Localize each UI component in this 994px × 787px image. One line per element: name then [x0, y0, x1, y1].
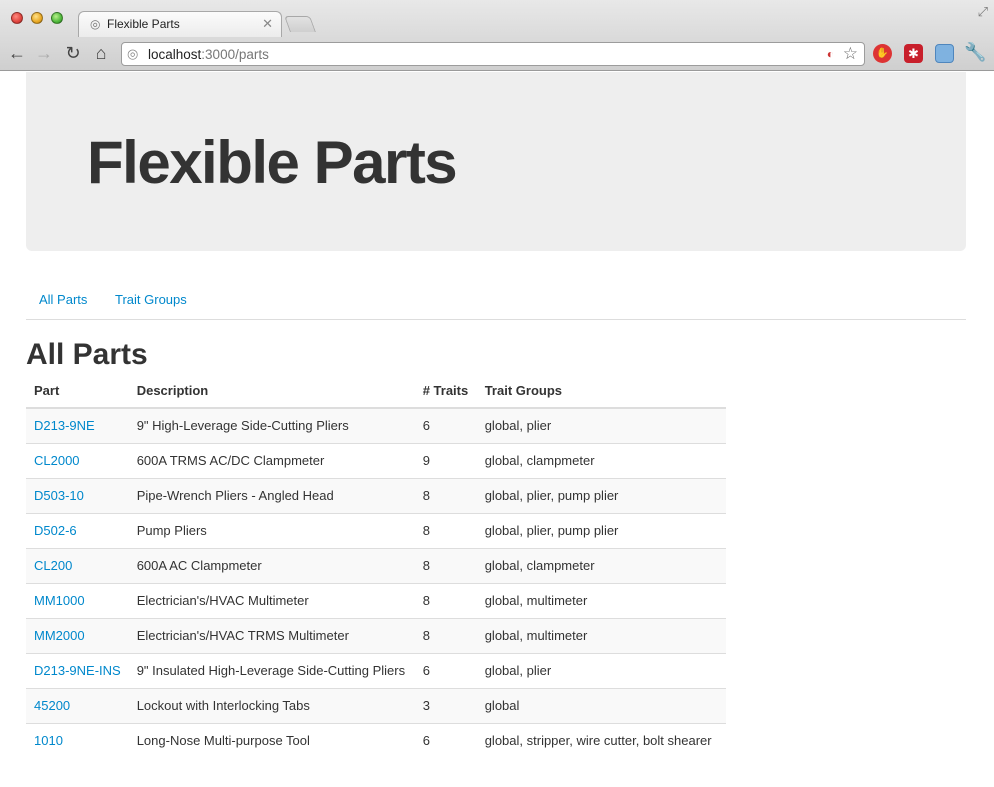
trait-groups-cell: global, multimeter [476, 582, 726, 618]
trait-groups-cell: global, stripper, wire cutter, bolt shea… [476, 722, 726, 758]
table-row: 1010 Long-Nose Multi-purpose Tool 6 global,… [26, 722, 726, 758]
part-cell: 1010 [26, 722, 129, 758]
description-cell: Electrician's/HVAC Multimeter [128, 582, 415, 618]
lastpass-icon[interactable]: ✱ [904, 44, 923, 63]
page-title: All Parts [26, 338, 148, 371]
column-header-part: Part [26, 374, 129, 409]
tab-all-parts[interactable]: All Parts [39, 292, 87, 307]
part-number-link[interactable]: D213-9NE-INS [34, 663, 121, 678]
parts-table: Part Description # Traits Trait Groups D… [26, 374, 726, 758]
trait-count-cell: 9 [414, 442, 477, 478]
zoom-window-button[interactable] [51, 12, 63, 24]
expand-icon[interactable]: ⤢ [978, 4, 988, 20]
folder-icon[interactable] [935, 44, 954, 63]
description-cell: 600A TRMS AC/DC Clampmeter [128, 442, 415, 478]
column-header-description: Description [128, 374, 415, 409]
trait-count-cell: 8 [414, 582, 477, 618]
part-number-link[interactable]: D502-6 [34, 523, 77, 538]
trait-groups-cell: global, plier [476, 407, 726, 443]
table-row: D213-9NE 9" High-Leverage Side-Cutting Pl… [26, 407, 726, 443]
home-icon[interactable]: ⌂ [90, 42, 112, 64]
description-cell: Lockout with Interlocking Tabs [128, 687, 415, 723]
description-cell: 9" Insulated High-Leverage Side-Cutting … [128, 652, 415, 688]
part-number-link[interactable]: D213-9NE [34, 418, 95, 433]
hero-title: Flexible Parts [87, 129, 458, 196]
table-row: CL200 600A AC Clampmeter 8 global, clampmet… [26, 547, 726, 583]
description-cell: 9" High-Leverage Side-Cutting Pliers [128, 407, 415, 443]
trait-groups-cell: global, plier [476, 652, 726, 688]
part-number-link[interactable]: CL2000 [34, 453, 80, 468]
trait-groups-cell: global, multimeter [476, 617, 726, 653]
column-header-trait-groups: Trait Groups [476, 374, 726, 409]
description-cell: Pipe-Wrench Pliers - Angled Head [128, 477, 415, 513]
forward-arrow-icon[interactable]: → [33, 42, 55, 64]
description-cell: 600A AC Clampmeter [128, 547, 415, 583]
part-cell: CL2000 [26, 442, 129, 478]
part-number-link[interactable]: MM1000 [34, 593, 85, 608]
part-cell: 45200 [26, 687, 129, 723]
trait-count-cell: 8 [414, 512, 477, 548]
trait-count-cell: 6 [414, 722, 477, 758]
star-icon[interactable]: ☆ [843, 44, 858, 64]
trait-count-cell: 6 [414, 652, 477, 688]
reload-icon[interactable]: ↻ [62, 42, 84, 64]
column-header-traits: # Traits [414, 374, 477, 409]
part-number-link[interactable]: MM2000 [34, 628, 85, 643]
stop-extension-icon[interactable]: ✋ [873, 44, 892, 63]
trait-groups-cell: global, plier, pump plier [476, 512, 726, 548]
table-row: D503-10 Pipe-Wrench Pliers - Angled Head 8… [26, 477, 726, 513]
trait-count-cell: 8 [414, 617, 477, 653]
description-cell: Electrician's/HVAC TRMS Multimeter [128, 617, 415, 653]
table-row: CL2000 600A TRMS AC/DC Clampmeter 9 global,… [26, 442, 726, 478]
browser-tab[interactable]: ◎ Flexible Parts ✕ [78, 11, 282, 37]
table-body: D213-9NE 9" High-Leverage Side-Cutting Pl… [26, 407, 726, 758]
trait-count-cell: 8 [414, 477, 477, 513]
wrench-icon[interactable]: 🔧 [964, 42, 986, 63]
table-header-row: Part Description # Traits Trait Groups [26, 374, 726, 409]
trait-groups-cell: global, plier, pump plier [476, 477, 726, 513]
description-cell: Pump Pliers [128, 512, 415, 548]
trait-groups-cell: global [476, 687, 726, 723]
url-path: :3000/parts [201, 47, 269, 62]
trait-count-cell: 3 [414, 687, 477, 723]
part-number-link[interactable]: D503-10 [34, 488, 84, 503]
part-number-link[interactable]: 45200 [34, 698, 70, 713]
url-host: localhost [148, 47, 202, 62]
address-bar[interactable]: ◎ localhost:3000/parts ◐ ☆ [121, 42, 865, 66]
part-cell: D213-9NE [26, 407, 129, 443]
part-cell: D213-9NE-INS [26, 652, 129, 688]
trait-count-cell: 8 [414, 547, 477, 583]
part-number-link[interactable]: 1010 [34, 733, 63, 748]
part-cell: D502-6 [26, 512, 129, 548]
part-number-link[interactable]: CL200 [34, 558, 72, 573]
table-row: MM1000 Electrician's/HVAC Multimeter 8 glob… [26, 582, 726, 618]
table-row: 45200 Lockout with Interlocking Tabs 3 glob… [26, 687, 726, 723]
url-text[interactable]: localhost:3000/parts [148, 47, 269, 62]
part-cell: MM1000 [26, 582, 129, 618]
minimize-window-button[interactable] [31, 12, 43, 24]
globe-icon: ◎ [127, 46, 139, 61]
hero-unit: Flexible Parts [26, 72, 966, 251]
browser-chrome: ◎ Flexible Parts ✕ ⤢ ← → ↻ ⌂ ◎ localhost… [0, 0, 994, 71]
close-window-button[interactable] [11, 12, 23, 24]
trait-groups-cell: global, clampmeter [476, 547, 726, 583]
trait-count-cell: 6 [414, 407, 477, 443]
part-cell: MM2000 [26, 617, 129, 653]
part-cell: D503-10 [26, 477, 129, 513]
table-row: D213-9NE-INS 9" Insulated High-Leverage S… [26, 652, 726, 688]
part-cell: CL200 [26, 547, 129, 583]
description-cell: Long-Nose Multi-purpose Tool [128, 722, 415, 758]
back-arrow-icon[interactable]: ← [6, 42, 28, 64]
trait-groups-cell: global, clampmeter [476, 442, 726, 478]
new-tab-button[interactable] [284, 16, 316, 32]
page-viewport: Flexible Parts All Parts Trait Groups Al… [0, 72, 994, 787]
page-action-icon[interactable]: ◐ [827, 47, 834, 61]
tab-title: Flexible Parts [107, 17, 180, 31]
close-icon[interactable]: ✕ [262, 16, 273, 32]
table-row: MM2000 Electrician's/HVAC TRMS Multimeter… [26, 617, 726, 653]
globe-icon: ◎ [90, 17, 101, 31]
table-row: D502-6 Pump Pliers 8 global, plier, pump pl… [26, 512, 726, 548]
tab-trait-groups[interactable]: Trait Groups [115, 292, 187, 307]
nav-tabs: All Parts Trait Groups [26, 280, 966, 320]
